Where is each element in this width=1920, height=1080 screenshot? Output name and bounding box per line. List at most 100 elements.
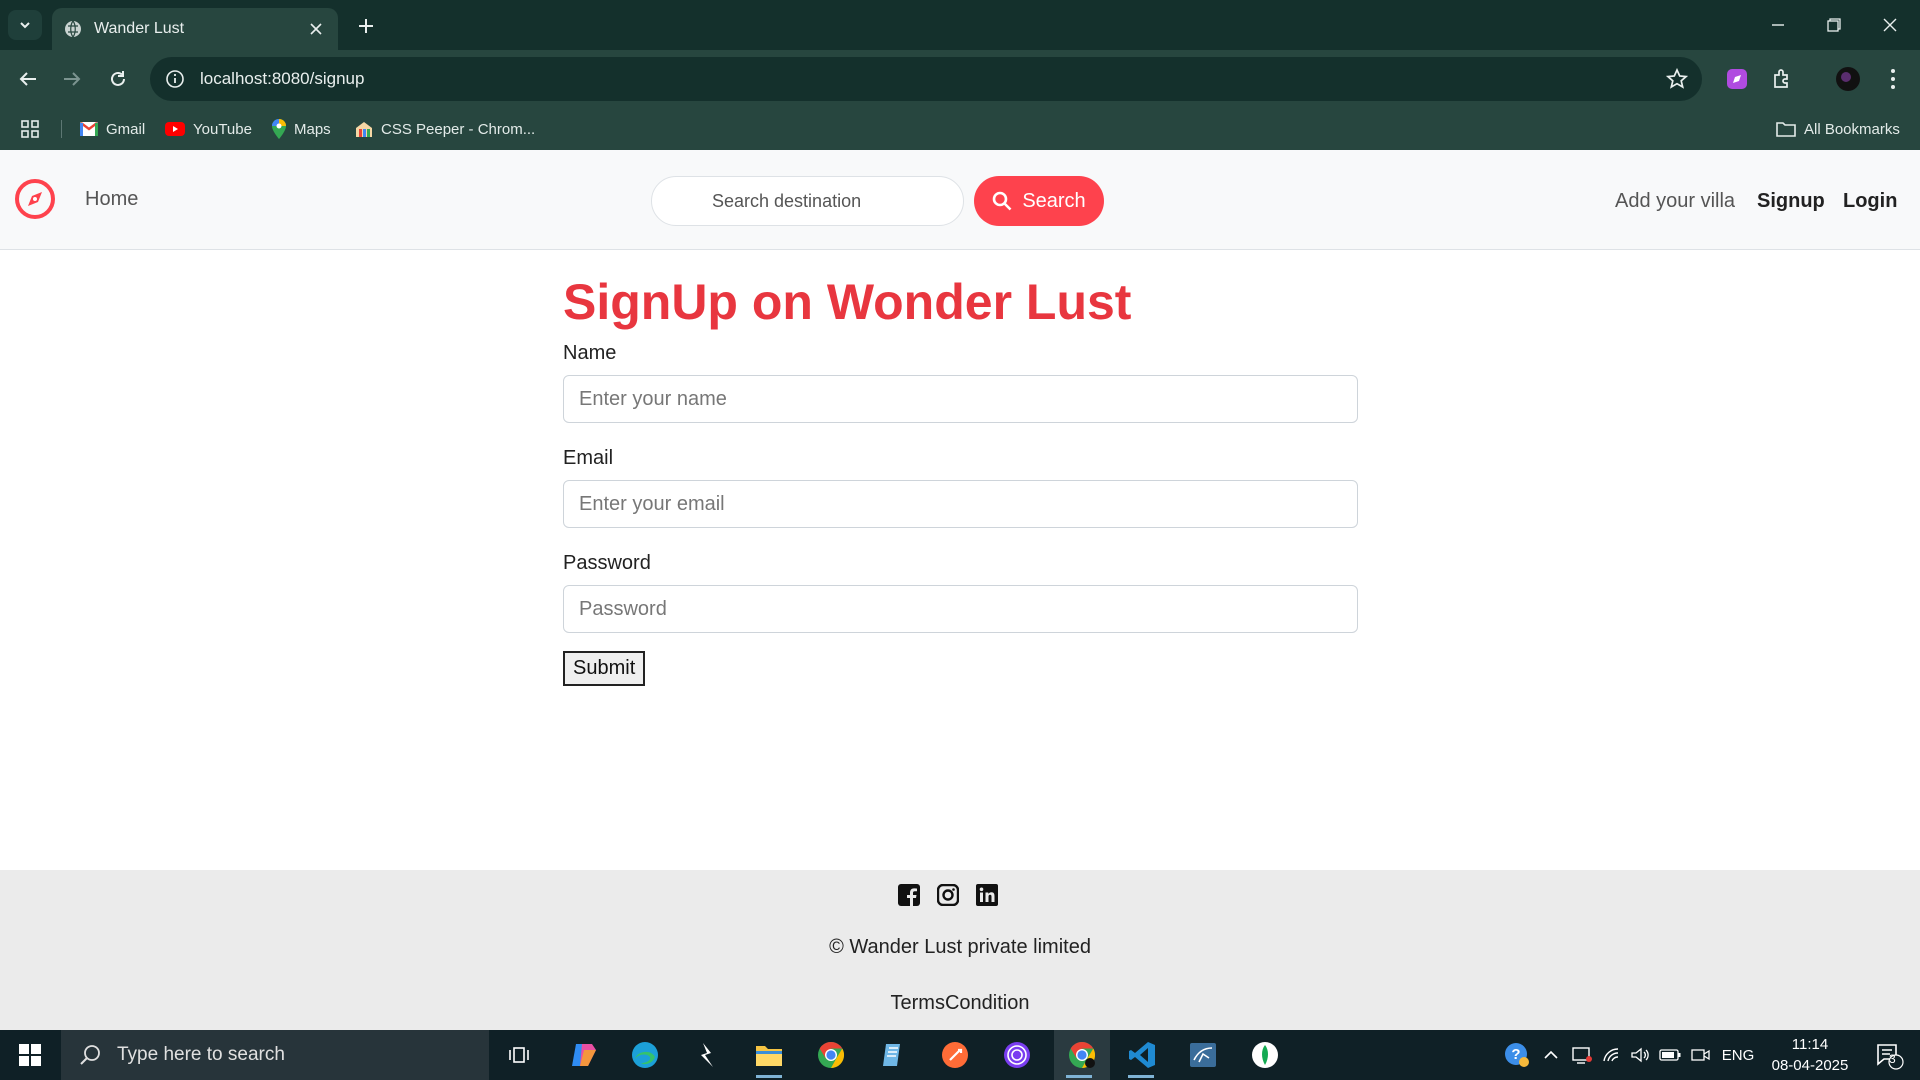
meet-now-tray-icon[interactable] <box>1568 1030 1596 1080</box>
chrome-icon <box>818 1041 845 1069</box>
volume-tray-icon[interactable] <box>1627 1030 1653 1080</box>
mysql-workbench-app[interactable] <box>1178 1030 1228 1080</box>
site-footer: © Wander Lust private limited TermsCondi… <box>0 870 1920 1030</box>
clock-time: 11:14 <box>1791 1036 1829 1053</box>
bolt-icon <box>701 1043 713 1067</box>
add-villa-link[interactable]: Add your villa <box>1615 190 1735 213</box>
notepad-icon <box>883 1044 900 1066</box>
back-button[interactable] <box>13 64 43 94</box>
profile-avatar[interactable] <box>1833 64 1863 94</box>
mongodb-compass-app[interactable] <box>1240 1030 1290 1080</box>
maps-icon <box>272 119 286 139</box>
notepad-app[interactable] <box>868 1030 918 1080</box>
cursor-app[interactable] <box>682 1030 732 1080</box>
bookmark-gmail[interactable]: Gmail <box>80 108 145 150</box>
search-icon <box>80 1045 100 1065</box>
browser-menu-button[interactable] <box>1878 64 1908 94</box>
camera-tray-icon[interactable] <box>1687 1030 1715 1080</box>
terms-link[interactable]: TermsCondition <box>0 992 1920 1015</box>
chrome-icon <box>1069 1041 1096 1069</box>
address-bar[interactable]: localhost:8080/signup <box>150 57 1702 101</box>
file-explorer-app[interactable] <box>744 1030 794 1080</box>
site-info-icon[interactable] <box>164 68 186 90</box>
submit-button[interactable]: Submit <box>563 651 646 686</box>
close-window-button[interactable] <box>1862 0 1918 50</box>
bookmark-label: CSS Peeper - Chrom... <box>381 120 536 138</box>
password-field[interactable]: Password <box>563 585 1358 633</box>
all-bookmarks-button[interactable]: All Bookmarks <box>1776 108 1900 150</box>
bookmark-star-icon[interactable] <box>1665 67 1689 95</box>
login-link[interactable]: Login <box>1843 190 1897 213</box>
search-button[interactable]: Search <box>974 176 1104 226</box>
tab-close-button[interactable] <box>306 19 326 39</box>
help-tray-icon[interactable]: ? <box>1500 1030 1534 1080</box>
folder-icon <box>1776 122 1796 137</box>
language-indicator[interactable]: ENG <box>1718 1030 1758 1080</box>
copilot-app[interactable] <box>559 1030 609 1080</box>
signup-link[interactable]: Signup <box>1757 190 1825 213</box>
name-placeholder: Enter your name <box>579 387 727 410</box>
vscode-app[interactable] <box>1116 1030 1168 1080</box>
speaker-icon <box>1631 1047 1649 1063</box>
battery-tray-icon[interactable] <box>1656 1030 1684 1080</box>
tab-search-button[interactable] <box>8 10 42 40</box>
arrow-left-icon <box>19 72 36 86</box>
browser-tab-bar: Wander Lust <box>0 0 1920 50</box>
apps-button[interactable] <box>20 108 40 150</box>
name-field[interactable]: Enter your name <box>563 375 1358 423</box>
battery-icon <box>1659 1049 1681 1061</box>
wifi-tray-icon[interactable] <box>1598 1030 1626 1080</box>
new-tab-button[interactable] <box>352 12 380 40</box>
postman-app[interactable] <box>930 1030 980 1080</box>
extensions-puzzle-icon[interactable] <box>1767 64 1797 94</box>
facebook-icon[interactable] <box>898 884 920 906</box>
bookmark-maps[interactable]: Maps <box>272 108 331 150</box>
minimize-button[interactable] <box>1750 0 1806 50</box>
wifi-icon <box>1603 1048 1619 1062</box>
nav-home-link[interactable]: Home <box>85 188 138 211</box>
close-icon <box>1883 18 1897 32</box>
chrome-profile-app[interactable] <box>1054 1030 1110 1080</box>
site-navbar: Home Search destination Search Add your … <box>0 150 1920 250</box>
edge-app[interactable] <box>620 1030 670 1080</box>
taskbar-search-box[interactable]: Type here to search <box>61 1030 489 1080</box>
globe-icon <box>65 20 81 38</box>
arrow-right-icon <box>64 72 81 86</box>
minimize-icon <box>1772 24 1784 26</box>
notification-center-button[interactable]: 3 <box>1866 1030 1912 1080</box>
system-clock[interactable]: 11:14 08-04-2025 <box>1762 1034 1858 1076</box>
url-text: localhost:8080/signup <box>200 69 365 88</box>
copilot-icon <box>572 1044 596 1066</box>
search-destination-input[interactable]: Search destination <box>651 176 964 226</box>
tor-icon <box>1004 1042 1030 1068</box>
forward-button[interactable] <box>57 64 87 94</box>
camera-icon <box>1691 1049 1710 1061</box>
bookmark-label: Maps <box>294 120 331 138</box>
page-title: SignUp on Wonder Lust <box>563 274 1132 330</box>
browser-tab[interactable]: Wander Lust <box>52 8 338 50</box>
postman-icon <box>942 1042 968 1068</box>
start-button[interactable] <box>0 1030 60 1080</box>
chevron-down-icon <box>20 22 30 29</box>
edge-icon <box>632 1042 658 1068</box>
instagram-icon[interactable] <box>937 884 959 906</box>
linkedin-icon[interactable] <box>976 884 998 906</box>
tor-browser-app[interactable] <box>992 1030 1042 1080</box>
restore-button[interactable] <box>1806 0 1862 50</box>
signup-form: SignUp on Wonder Lust Name Enter your na… <box>563 272 1358 686</box>
vscode-icon <box>1129 1042 1155 1068</box>
task-view-button[interactable] <box>494 1030 544 1080</box>
svg-text:?: ? <box>1511 1046 1520 1063</box>
copyright-text: © Wander Lust private limited <box>829 936 1091 958</box>
chrome-app[interactable] <box>806 1030 856 1080</box>
email-field[interactable]: Enter your email <box>563 480 1358 528</box>
extension-pinned-icon[interactable] <box>1722 64 1752 94</box>
compass-logo-icon[interactable] <box>14 178 56 220</box>
reload-icon <box>111 71 125 86</box>
reload-button[interactable] <box>103 64 133 94</box>
tab-title: Wander Lust <box>94 20 185 37</box>
bookmark-css-peeper[interactable]: CSS Peeper - Chrom... <box>355 108 535 150</box>
bookmark-youtube[interactable]: YouTube <box>165 108 252 150</box>
gmail-icon <box>80 122 98 136</box>
show-hidden-icons-button[interactable] <box>1538 1030 1564 1080</box>
